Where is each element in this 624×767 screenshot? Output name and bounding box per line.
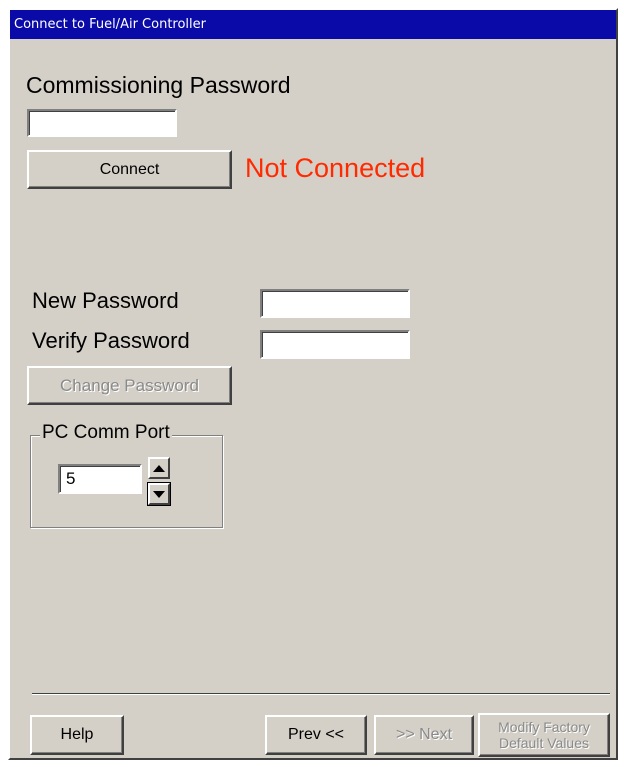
modify-factory-defaults-button[interactable]: Modify Factory Default Values [478, 713, 610, 757]
new-password-input[interactable] [260, 289, 410, 318]
comm-port-up-button[interactable] [148, 457, 170, 479]
dialog-window: Connect to Fuel/Air Controller Commissio… [8, 8, 618, 760]
window-title: Connect to Fuel/Air Controller [14, 17, 206, 32]
connection-status: Not Connected [245, 153, 426, 183]
prev-button[interactable]: Prev << [265, 715, 367, 755]
modify-line-2: Default Values [498, 735, 589, 751]
commissioning-password-label: Commissioning Password [26, 72, 291, 98]
comm-port-input[interactable]: 5 [58, 464, 142, 494]
triangle-down-icon [153, 490, 165, 498]
change-password-button[interactable]: Change Password [27, 366, 232, 405]
modify-line-1: Modify Factory [498, 719, 590, 735]
new-password-label: New Password [32, 288, 179, 313]
comm-port-down-button[interactable] [147, 482, 171, 506]
verify-password-label: Verify Password [32, 328, 190, 353]
verify-password-input[interactable] [260, 330, 410, 359]
footer-divider [32, 693, 610, 695]
connect-button[interactable]: Connect [27, 150, 232, 189]
pc-comm-port-title: PC Comm Port [40, 422, 172, 444]
triangle-up-icon [153, 464, 165, 472]
commissioning-password-input[interactable] [27, 109, 177, 137]
help-button[interactable]: Help [30, 715, 124, 755]
title-bar[interactable]: Connect to Fuel/Air Controller [10, 10, 616, 39]
next-button[interactable]: >> Next [374, 715, 474, 755]
